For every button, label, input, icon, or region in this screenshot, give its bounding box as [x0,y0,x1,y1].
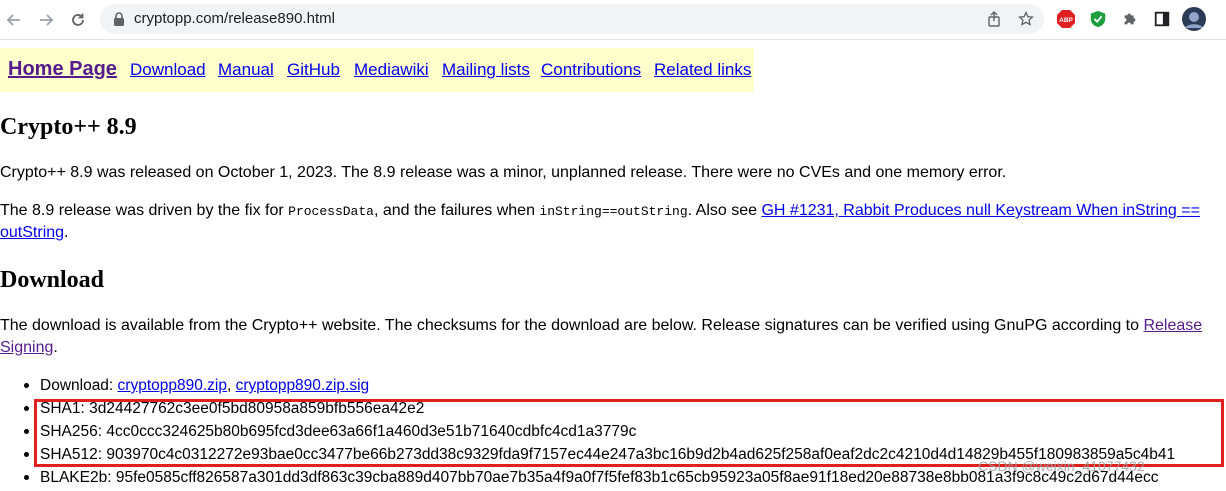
profile-avatar[interactable] [1182,7,1206,31]
back-icon[interactable] [2,8,26,32]
share-icon[interactable] [986,11,1002,27]
download-label: Download: [40,377,118,394]
list-item-download: Download: cryptopp890.zip, cryptopp890.z… [0,376,1226,399]
nav-related-links-link[interactable]: Related links [654,60,751,80]
code-instring-outstring: inString==outString [539,204,688,219]
nav-manual-link[interactable]: Manual [218,60,274,80]
browser-toolbar: cryptopp.com/release890.html ABP [0,0,1226,40]
p2-text-1: The 8.9 release was driven by the fix fo… [0,202,289,219]
release-signing-link-cont[interactable]: Signing [0,339,53,356]
gh-1231-link[interactable]: GH #1231, Rabbit Produces null Keystream… [761,202,1199,219]
p2-text-2: , and the failures when [373,202,540,219]
p2-text-3: . Also see [687,202,762,219]
release-signing-link[interactable]: Release [1143,317,1202,334]
zip-download-link[interactable]: cryptopp890.zip [118,377,227,394]
reload-icon[interactable] [66,8,90,32]
bookmark-star-icon[interactable] [1018,11,1034,27]
sig-download-link[interactable]: cryptopp890.zip.sig [236,377,370,394]
nav-contributions-link[interactable]: Contributions [541,60,641,80]
side-panel-icon[interactable] [1152,9,1172,29]
nav-mailing-lists-link[interactable]: Mailing lists [442,60,530,80]
shield-extension-icon[interactable] [1088,9,1108,29]
download-info-paragraph-cont: Signing. [0,337,58,359]
adblock-label: ABP [1059,17,1073,24]
adblock-plus-icon[interactable]: ABP [1056,9,1076,29]
extensions-puzzle-icon[interactable] [1120,9,1140,29]
download-separator: , [226,377,236,394]
site-navbar: Home Page Download Manual GitHub Mediawi… [0,48,754,92]
lock-icon[interactable] [112,11,126,27]
page-title: Crypto++ 8.9 [0,114,137,140]
download-heading: Download [0,267,105,293]
release-details-paragraph: The 8.9 release was driven by the fix fo… [0,200,1200,223]
nav-download-link[interactable]: Download [130,60,206,80]
csdn-watermark: CSDN @weixin_41077432 [978,458,1145,474]
address-bar[interactable]: cryptopp.com/release890.html [100,4,1044,34]
p3-text-2: . [53,339,58,356]
url-text[interactable]: cryptopp.com/release890.html [134,10,335,27]
release-summary-paragraph: Crypto++ 8.9 was released on October 1, … [0,164,1007,181]
nav-github-link[interactable]: GitHub [287,60,340,80]
nav-home-page-link[interactable]: Home Page [8,58,117,81]
gh-1231-link-cont[interactable]: outString [0,224,64,241]
nav-mediawiki-link[interactable]: Mediawiki [354,60,429,80]
release-details-paragraph-cont: outString. [0,222,69,244]
forward-icon[interactable] [34,8,58,32]
checksum-highlight-box [34,399,1224,467]
p2-text-4: . [64,224,69,241]
p3-text-1: The download is available from the Crypt… [0,317,1144,334]
download-info-paragraph: The download is available from the Crypt… [0,315,1202,337]
code-processdata: ProcessData [288,204,374,219]
